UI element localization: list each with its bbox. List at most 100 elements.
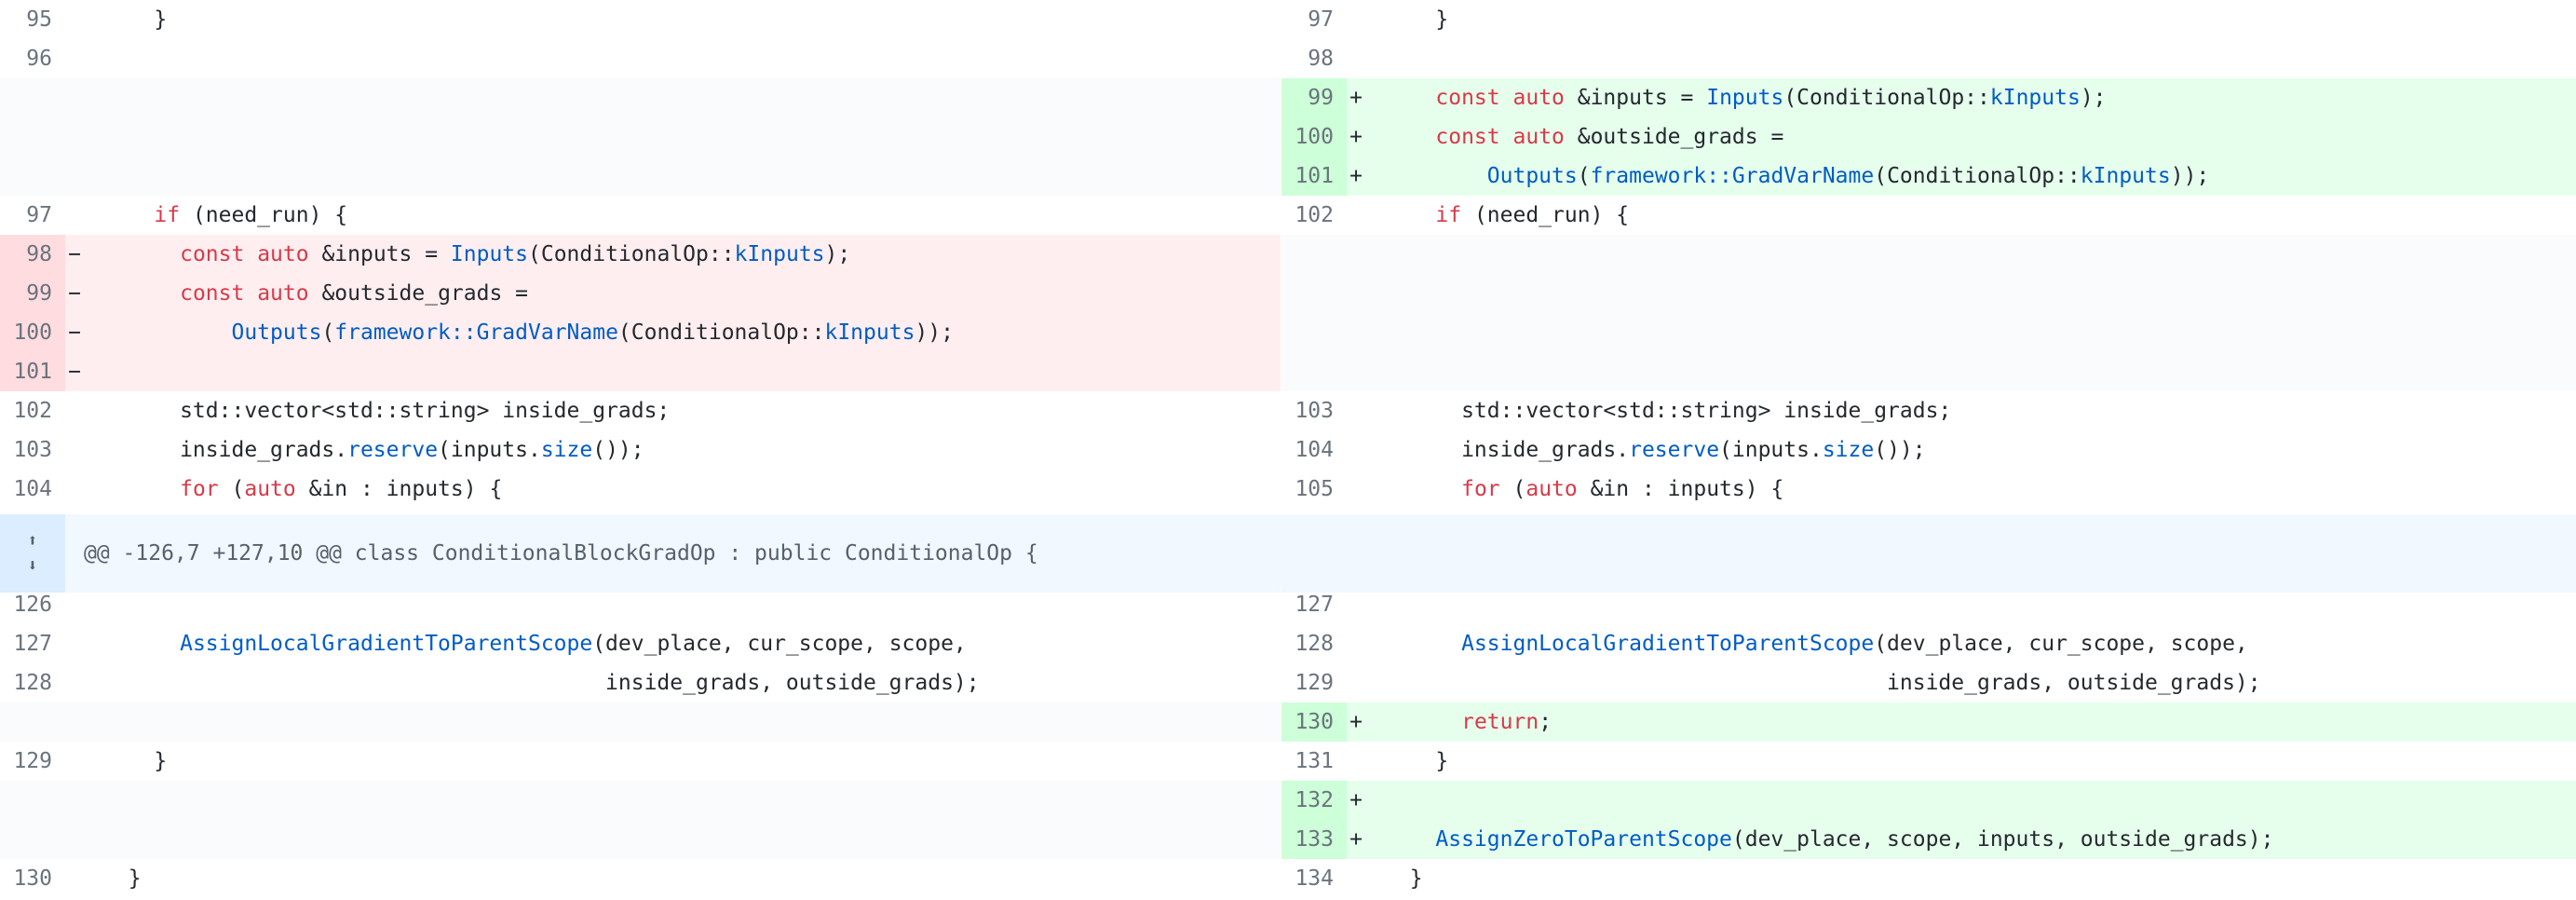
line-number[interactable]: 129 (1281, 663, 1347, 702)
code-token: auto (244, 477, 296, 501)
code-line: } (1365, 0, 1448, 39)
code-token: framework::GradVarName (334, 320, 618, 345)
code-token: inside_grads, outside_grads); (1384, 671, 2261, 695)
code-line: } (84, 859, 142, 898)
left-side: 100− Outputs(framework::GradVarName (Cond… (0, 313, 1281, 352)
code-token: Outputs (231, 320, 322, 345)
line-number[interactable]: 127 (1281, 585, 1347, 624)
line-number[interactable]: 99 (1281, 78, 1347, 117)
diff-row: 99− const auto &outside_grads = (0, 274, 2576, 313)
code-token: )); (2170, 164, 2210, 188)
line-number[interactable]: 99 (0, 274, 65, 313)
line-number[interactable]: 97 (1281, 0, 1347, 39)
right-side (1281, 313, 2576, 352)
expand-up-icon[interactable]: ⬆ (28, 531, 38, 551)
code-token: std::vector<std::string> inside_grads; (1384, 399, 1952, 423)
line-number[interactable]: 95 (0, 0, 65, 39)
left-side: 97 if (need_run) { (0, 196, 1281, 235)
line-number[interactable]: 103 (1281, 391, 1347, 430)
diff-row: 103 inside_grads. reserve (inputs. size ());… (0, 430, 2576, 470)
line-number[interactable]: 127 (0, 624, 65, 663)
diff-marker (65, 196, 84, 235)
diff-marker: − (68, 320, 81, 345)
line-number[interactable]: 128 (1281, 624, 1347, 663)
left-side: 130 } (0, 859, 1281, 898)
line-number[interactable]: 133 (1281, 820, 1347, 859)
code-token: if (1435, 203, 1462, 227)
line-number[interactable]: 105 (1281, 470, 1347, 509)
code-token: ()); (1874, 438, 1926, 462)
line-number[interactable]: 130 (0, 859, 65, 898)
diff-marker: − (68, 360, 81, 384)
line-number[interactable]: 132 (1281, 781, 1347, 820)
right-side: 132 + (1281, 781, 2576, 820)
line-number[interactable]: 102 (1281, 196, 1347, 235)
line-number[interactable]: 101 (1281, 157, 1347, 196)
diff-row: 101− (0, 352, 2576, 391)
code-line: } (84, 0, 167, 39)
diff-marker (1347, 663, 1365, 702)
diff-row: 130 } 134 } (0, 859, 2576, 898)
line-number[interactable]: 128 (0, 663, 65, 702)
code-token: inside_grads, outside_grads); (102, 671, 980, 695)
code-token: ; (1539, 710, 1552, 734)
diff-marker (1347, 742, 1365, 781)
line-number[interactable]: 134 (1281, 859, 1347, 898)
diff-row: 102 std::vector<std::string> inside_grad… (0, 391, 2576, 430)
code-token: &outside_grads = (308, 281, 528, 306)
line-number[interactable]: 102 (0, 391, 65, 430)
diff-marker (65, 0, 84, 39)
line-number[interactable]: 131 (1281, 742, 1347, 781)
line-number[interactable]: 98 (0, 235, 65, 274)
right-side: 130 + return; (1281, 702, 2576, 742)
right-side: 105 for (auto &in : inputs) { (1281, 470, 2576, 509)
code-line: } (1365, 742, 1448, 781)
expand-lines-button[interactable]: ⬆ ⬇ (0, 514, 65, 593)
line-number[interactable]: 126 (0, 585, 65, 624)
hunk-header-text: @@ -126,7 +127,10 @@ class ConditionalBl… (84, 541, 1038, 566)
line-number[interactable]: 103 (0, 430, 65, 470)
right-side: 97 } (1281, 0, 2576, 39)
code-token: const (180, 281, 245, 306)
code-token: size (1822, 438, 1875, 462)
code-line: } (1365, 859, 1423, 898)
diff-row: 99 + const auto &inputs = Inputs (Conditio… (0, 78, 2576, 117)
line-number[interactable]: 100 (1281, 117, 1347, 157)
line-number[interactable]: 130 (1281, 702, 1347, 742)
split-diff-view: 95 } 97 } 96 98 99 + const auto &inputs = Inp… (0, 0, 2576, 900)
expand-down-icon[interactable]: ⬇ (28, 556, 38, 576)
code-token: (ConditionalOp:: (528, 242, 735, 266)
code-token: kInputs (824, 320, 915, 345)
diff-marker: − (68, 281, 81, 306)
line-number[interactable]: 96 (0, 39, 65, 78)
right-side (1281, 235, 2576, 274)
right-side: 99 + const auto &inputs = Inputs (Conditio… (1281, 78, 2576, 117)
code-line: inside_grads. reserve (inputs. size ()); (84, 430, 644, 470)
code-line: AssignZeroToParentScope (dev_place, scope… (1365, 820, 2273, 859)
line-number[interactable]: 104 (0, 470, 65, 509)
line-number[interactable]: 98 (1281, 39, 1347, 78)
diff-row: 100− Outputs(framework::GradVarName (Cond… (0, 313, 2576, 352)
hunk-header-row: ⬆ ⬇ @@ -126,7 +127,10 @@ class Conditional… (0, 514, 2576, 593)
code-token: } (102, 749, 168, 773)
left-side (0, 702, 1281, 742)
line-number[interactable]: 129 (0, 742, 65, 781)
line-number[interactable]: 101 (0, 352, 65, 391)
line-number[interactable]: 104 (1281, 430, 1347, 470)
diff-marker: + (1349, 86, 1363, 110)
code-token: (need_run) { (1461, 203, 1630, 227)
diff-marker (65, 624, 84, 663)
code-token: if (154, 203, 181, 227)
line-number[interactable]: 100 (0, 313, 65, 352)
diff-row: 132 + (0, 781, 2576, 820)
code-token: auto (1512, 125, 1565, 149)
line-number[interactable]: 97 (0, 196, 65, 235)
